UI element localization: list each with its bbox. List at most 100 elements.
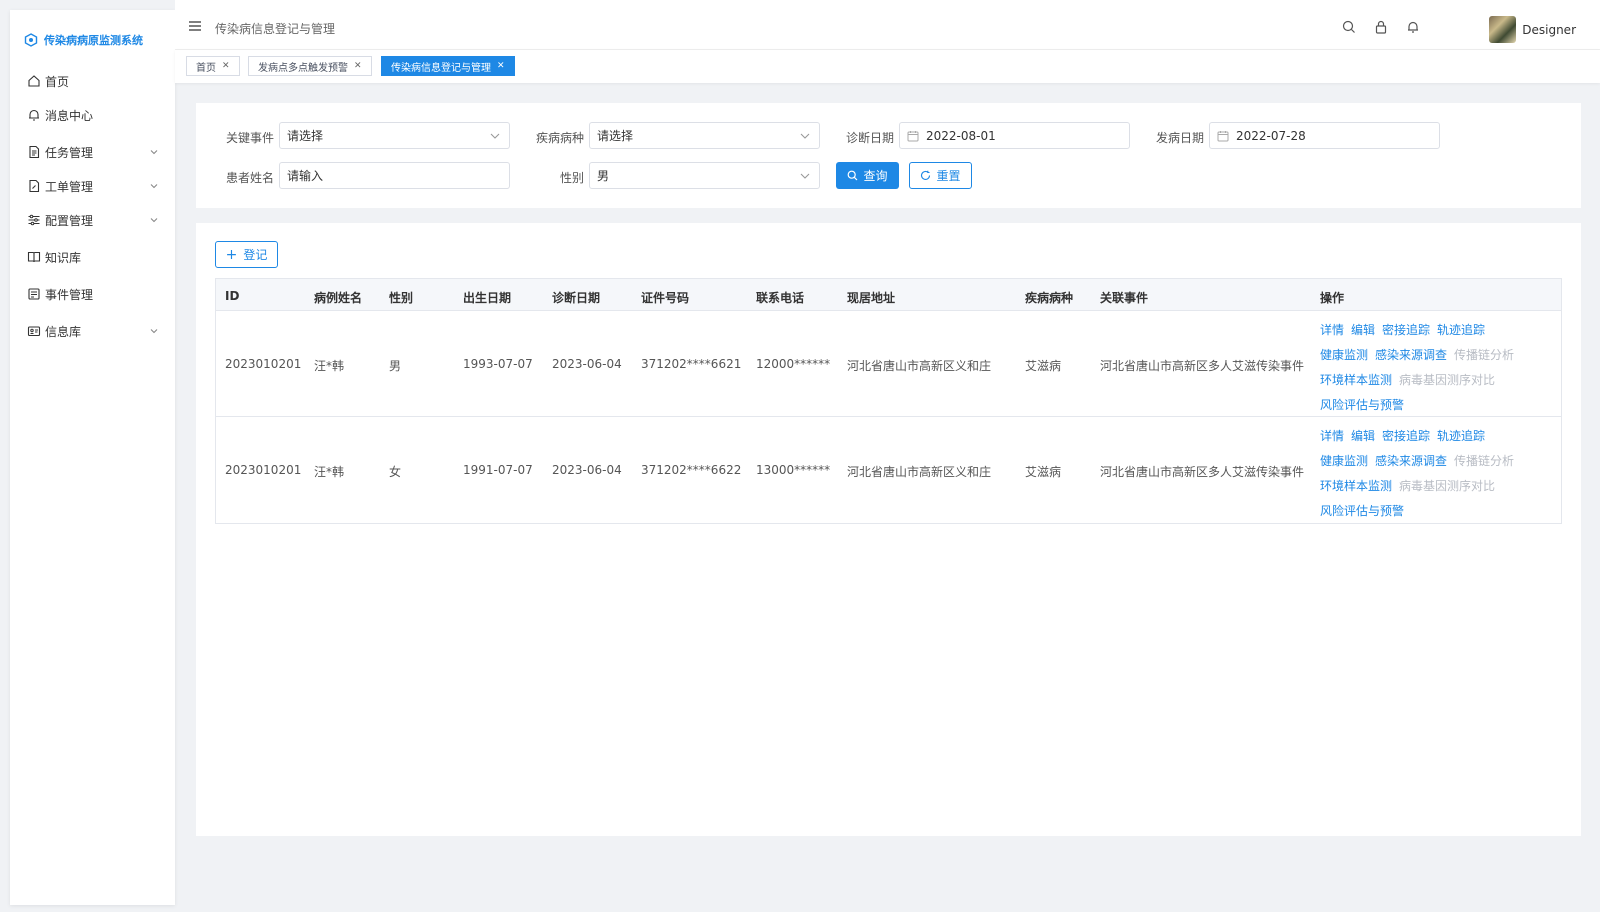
document-icon — [27, 145, 41, 159]
patient-name-input[interactable]: 请输入 — [279, 162, 510, 189]
app-logo[interactable]: 传染病病原监测系统 — [24, 30, 143, 50]
filter-panel: 关键事件 请选择 疾病病种 请选择 诊断日期 2022-08-01 发病日期 2… — [196, 103, 1581, 208]
sidebar-item-home[interactable]: 首页 — [10, 64, 175, 98]
infection-source-link[interactable]: 感染来源调查 — [1375, 452, 1447, 477]
notification-bell-icon[interactable] — [1406, 20, 1420, 34]
sidebar-item-label: 事件管理 — [45, 287, 94, 302]
cell-phone: 13000****** — [756, 463, 831, 477]
cell-id-number: 371202****6621 — [641, 357, 742, 371]
tab-label: 传染病信息登记与管理 — [391, 62, 491, 74]
records-panel: + 登记 ID 病例姓名 性别 出生日期 诊断日期 证件号码 联系电话 现居地址… — [196, 223, 1581, 836]
register-label: 登记 — [243, 248, 268, 262]
sidebar-item-config[interactable]: 配置管理 — [10, 203, 175, 237]
search-icon[interactable] — [1342, 20, 1356, 34]
sidebar-item-work-orders[interactable]: 工单管理 — [10, 169, 175, 203]
onset-date-value: 2022-07-28 — [1236, 128, 1306, 143]
tab-multi-point-alert[interactable]: 发病点多点触发预警 ✕ — [248, 56, 372, 76]
gene-sequencing-link: 病毒基因测序对比 — [1399, 479, 1496, 493]
table-row: 2023010201 汪*韩 女 1991-07-07 2023-06-04 3… — [216, 417, 1561, 523]
edit-link[interactable]: 编辑 — [1351, 321, 1375, 346]
cell-birth-date: 1993-07-07 — [463, 357, 533, 371]
detail-link[interactable]: 详情 — [1320, 427, 1344, 452]
user-name: Designer — [1522, 22, 1576, 37]
table-row: 2023010201 汪*韩 男 1993-07-07 2023-06-04 3… — [216, 311, 1561, 417]
logo-icon — [24, 33, 38, 47]
home-icon — [27, 74, 41, 88]
cell-related-event: 河北省唐山市高新区多人艾滋传染事件 — [1100, 465, 1305, 479]
contact-tracing-link[interactable]: 密接追踪 — [1382, 427, 1430, 452]
reset-label: 重置 — [936, 169, 961, 183]
app-frame: 传染病病原监测系统 首页 消息中心 任务管理 工单管理 配置管理 知识库 事件管… — [0, 0, 1600, 912]
lock-icon[interactable] — [1374, 20, 1388, 34]
query-button[interactable]: 查询 — [836, 162, 899, 189]
transmission-chain-link: 传播链分析 — [1454, 348, 1515, 362]
close-icon[interactable]: ✕ — [497, 61, 505, 71]
environment-sample-link[interactable]: 环境样本监测 — [1320, 477, 1392, 502]
row-actions: 详情 编辑 密接追踪 轨迹追踪 健康监测 感染来源调查 传播链分析 环境样本监测… — [1320, 321, 1530, 421]
cell-phone: 12000****** — [756, 357, 831, 371]
edit-link[interactable]: 编辑 — [1351, 427, 1375, 452]
sidebar-item-label: 工单管理 — [45, 179, 94, 194]
column-header: 病例姓名 — [314, 291, 363, 305]
sidebar-item-events[interactable]: 事件管理 — [10, 277, 175, 311]
detail-link[interactable]: 详情 — [1320, 321, 1344, 346]
records-table: ID 病例姓名 性别 出生日期 诊断日期 证件号码 联系电话 现居地址 疾病病种… — [215, 278, 1562, 524]
onset-date-label: 发病日期 — [1156, 131, 1205, 145]
tab-disease-registration[interactable]: 传染病信息登记与管理 ✕ — [381, 56, 515, 76]
edit-document-icon — [27, 179, 41, 193]
cell-gender: 女 — [389, 465, 402, 479]
chevron-down-icon — [150, 150, 158, 155]
chevron-down-icon — [490, 133, 500, 139]
diagnosis-date-picker[interactable]: 2022-08-01 — [899, 122, 1130, 149]
close-icon[interactable]: ✕ — [222, 61, 230, 71]
table-header: ID 病例姓名 性别 出生日期 诊断日期 证件号码 联系电话 现居地址 疾病病种… — [216, 279, 1561, 311]
refresh-icon — [921, 170, 931, 181]
calendar-icon — [1217, 130, 1229, 142]
environment-sample-link[interactable]: 环境样本监测 — [1320, 371, 1392, 396]
hamburger-menu-icon[interactable] — [189, 21, 201, 31]
gender-select[interactable]: 男 — [589, 162, 820, 189]
gender-label: 性别 — [560, 171, 585, 185]
contact-tracing-link[interactable]: 密接追踪 — [1382, 321, 1430, 346]
chevron-down-icon — [150, 184, 158, 189]
transmission-chain-link: 传播链分析 — [1454, 454, 1515, 468]
infection-source-link[interactable]: 感染来源调查 — [1375, 346, 1447, 371]
disease-select[interactable]: 请选择 — [589, 122, 820, 149]
reset-button[interactable]: 重置 — [909, 162, 972, 189]
column-header: 关联事件 — [1100, 291, 1149, 305]
trajectory-tracing-link[interactable]: 轨迹追踪 — [1437, 321, 1485, 346]
health-monitoring-link[interactable]: 健康监测 — [1320, 346, 1368, 371]
key-event-value: 请选择 — [287, 129, 324, 143]
risk-assessment-link[interactable]: 风险评估与预警 — [1320, 502, 1404, 527]
cell-diagnosis-date: 2023-06-04 — [552, 357, 622, 371]
sidebar-item-knowledge-base[interactable]: 知识库 — [10, 240, 175, 274]
column-header: ID — [225, 289, 240, 303]
disease-value: 请选择 — [597, 129, 634, 143]
tab-home[interactable]: 首页 ✕ — [186, 56, 240, 76]
cell-address: 河北省唐山市高新区义和庄 — [847, 465, 992, 479]
diagnosis-date-value: 2022-08-01 — [926, 128, 996, 143]
chevron-down-icon — [800, 173, 810, 179]
sidebar-item-tasks[interactable]: 任务管理 — [10, 135, 175, 169]
column-header: 联系电话 — [756, 291, 805, 305]
row-actions: 详情 编辑 密接追踪 轨迹追踪 健康监测 感染来源调查 传播链分析 环境样本监测… — [1320, 427, 1530, 527]
cell-id: 2023010201 — [225, 357, 302, 371]
patient-name-placeholder: 请输入 — [287, 169, 324, 183]
cell-address: 河北省唐山市高新区义和庄 — [847, 359, 992, 373]
disease-label: 疾病病种 — [536, 131, 585, 145]
tab-label: 发病点多点触发预警 — [258, 62, 348, 74]
onset-date-picker[interactable]: 2022-07-28 — [1209, 122, 1440, 149]
user-menu[interactable]: Designer — [1489, 16, 1576, 43]
close-icon[interactable]: ✕ — [354, 61, 362, 71]
sidebar-item-info-base[interactable]: 信息库 — [10, 314, 175, 348]
column-header: 出生日期 — [463, 291, 512, 305]
gene-sequencing-link: 病毒基因测序对比 — [1399, 373, 1496, 387]
health-monitoring-link[interactable]: 健康监测 — [1320, 452, 1368, 477]
gender-value: 男 — [597, 169, 610, 183]
register-button[interactable]: + 登记 — [215, 241, 278, 268]
key-event-select[interactable]: 请选择 — [279, 122, 510, 149]
breadcrumb-title: 传染病信息登记与管理 — [215, 22, 336, 36]
trajectory-tracing-link[interactable]: 轨迹追踪 — [1437, 427, 1485, 452]
sidebar-item-label: 首页 — [45, 74, 70, 89]
sidebar-item-messages[interactable]: 消息中心 — [10, 98, 175, 132]
